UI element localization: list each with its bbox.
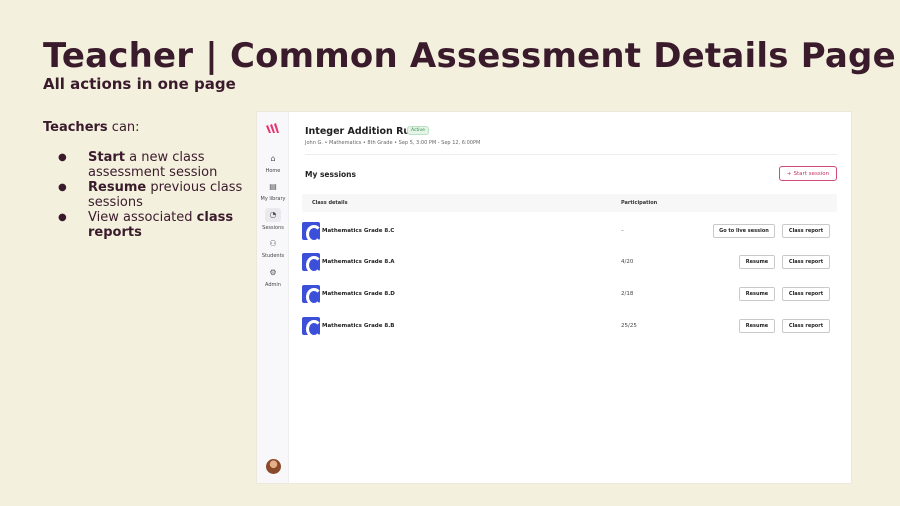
table-row: Mathematics Grade 8.B 25/25 Resume Class… [302, 314, 837, 338]
bullet-resume-bold: Resume [88, 180, 147, 195]
brand-logo-icon[interactable] [266, 123, 280, 133]
plus-icon: + [786, 170, 792, 177]
class-icon [302, 317, 322, 338]
slide-title: Teacher | Common Assessment Details Page [43, 36, 896, 76]
assessment-meta: John G. • Mathematics • 8th Grade • Sep … [305, 140, 481, 146]
avatar[interactable] [266, 459, 281, 474]
bullet-start-bold: Start [88, 150, 125, 165]
table-header: Class details Participation [302, 194, 837, 212]
table-row: Mathematics Grade 8.D 2/18 Resume Class … [302, 282, 837, 306]
sidebar-item-admin[interactable]: ⚙ Admin [257, 267, 289, 288]
table-row: Mathematics Grade 8.C – Go to live sessi… [302, 219, 837, 243]
class-icon [302, 222, 322, 243]
table-row: Mathematics Grade 8.A 4/20 Resume Class … [302, 250, 837, 274]
bullet-start: Start a new class assessment session [58, 150, 248, 180]
resume-button[interactable]: Resume [739, 255, 775, 269]
column-class-details: Class details [312, 200, 348, 206]
intro-rest: can: [107, 120, 140, 135]
sidebar-item-my-library[interactable]: ▤ My library [257, 181, 289, 202]
class-report-button[interactable]: Class report [782, 224, 830, 238]
start-session-label: Start session [793, 170, 830, 177]
sessions-icon: ◔ [265, 208, 281, 222]
status-badge: Active [407, 126, 429, 135]
class-name: Mathematics Grade 8.D [322, 291, 395, 297]
divider [305, 154, 837, 155]
class-report-button[interactable]: Class report [782, 287, 830, 301]
participation-value: 4/20 [621, 259, 634, 265]
bullet-reports-text: View associated [88, 210, 197, 225]
bullet-reports: View associated class reports [58, 210, 248, 240]
class-report-button[interactable]: Class report [782, 255, 830, 269]
participation-value: – [621, 228, 624, 234]
students-icon: ⚇ [269, 239, 277, 248]
class-icon [302, 285, 322, 306]
class-name: Mathematics Grade 8.C [322, 228, 395, 234]
admin-icon: ⚙ [269, 268, 277, 277]
resume-button[interactable]: Resume [739, 287, 775, 301]
slide-subtitle: All actions in one page [43, 75, 236, 93]
class-name: Mathematics Grade 8.A [322, 259, 395, 265]
sessions-title: My sessions [305, 170, 356, 179]
intro-text: Teachers can: [43, 120, 140, 135]
sidebar-item-label: My library [260, 196, 286, 202]
participation-value: 2/18 [621, 291, 634, 297]
class-icon [302, 253, 322, 274]
home-icon: ⌂ [270, 154, 276, 163]
sidebar-item-home[interactable]: ⌂ Home [257, 153, 289, 174]
sidebar-item-label: Students [261, 253, 285, 259]
intro-bold: Teachers [43, 120, 108, 135]
participation-value: 25/25 [621, 323, 637, 329]
bullet-list: Start a new class assessment session Res… [58, 150, 248, 240]
sidebar: ⌂ Home ▤ My library ◔ Sessions ⚇ Student… [257, 112, 289, 483]
class-name: Mathematics Grade 8.B [322, 323, 395, 329]
column-participation: Participation [621, 200, 658, 206]
resume-button[interactable]: Resume [739, 319, 775, 333]
go-to-live-session-button[interactable]: Go to live session [713, 224, 775, 238]
start-session-button[interactable]: + Start session [779, 166, 837, 181]
bullet-resume: Resume previous class sessions [58, 180, 248, 210]
sidebar-item-label: Sessions [262, 225, 284, 231]
class-report-button[interactable]: Class report [782, 319, 830, 333]
sidebar-item-sessions[interactable]: ◔ Sessions [257, 208, 289, 231]
sidebar-item-students[interactable]: ⚇ Students [257, 238, 289, 259]
sidebar-item-label: Home [265, 168, 281, 174]
library-icon: ▤ [269, 182, 277, 191]
app-window: ⌂ Home ▤ My library ◔ Sessions ⚇ Student… [256, 111, 852, 484]
sidebar-item-label: Admin [265, 282, 281, 288]
